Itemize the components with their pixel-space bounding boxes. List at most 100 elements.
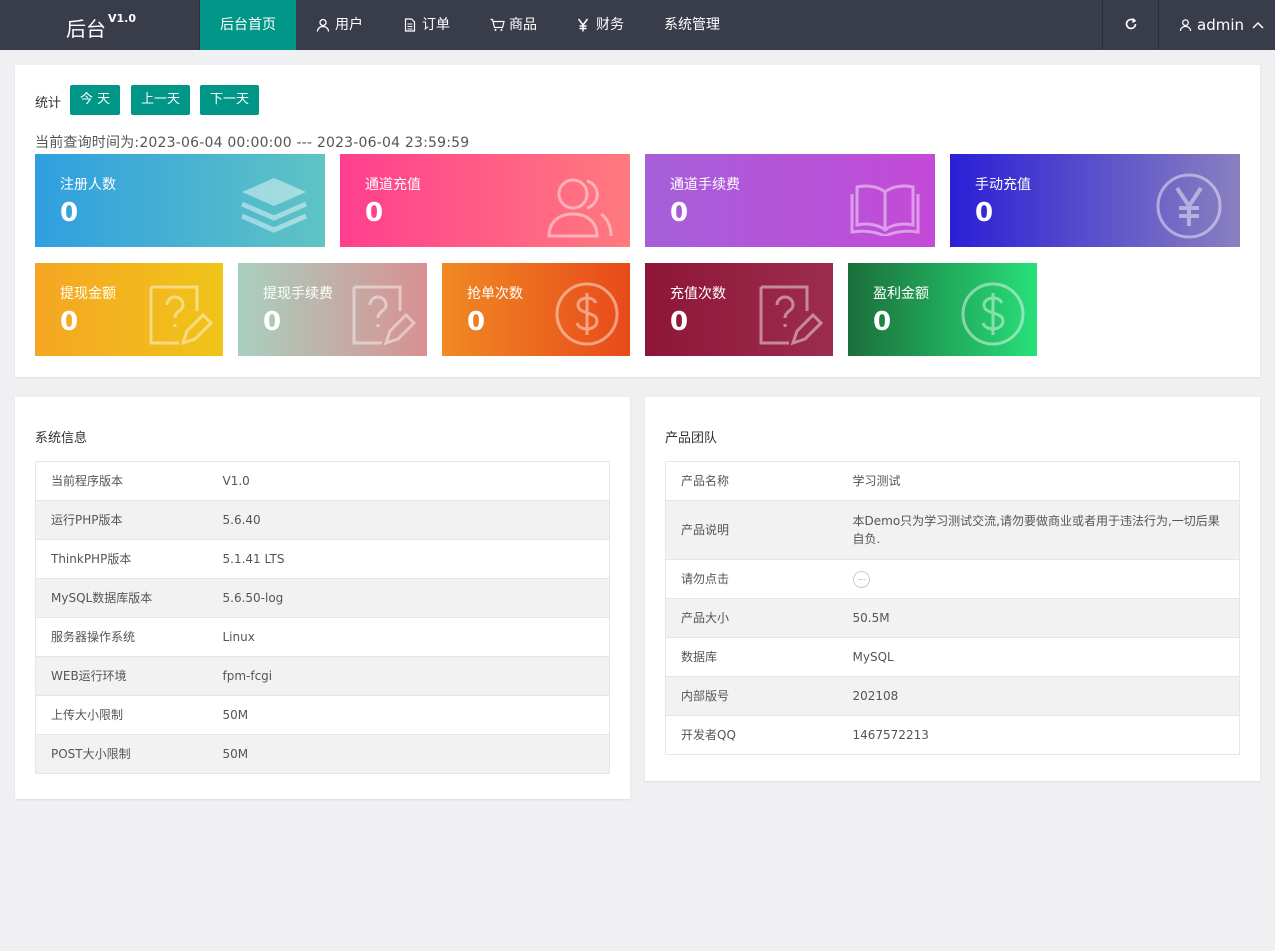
row-key: 当前程序版本 bbox=[51, 474, 124, 488]
nav-item-label: 财务 bbox=[596, 17, 624, 33]
table-row: 运行PHP版本 5.6.40 bbox=[35, 500, 610, 540]
user-icon bbox=[316, 18, 330, 32]
row-key: 开发者QQ bbox=[665, 715, 838, 755]
stat-tile-label: 抢单次数 bbox=[467, 286, 523, 302]
stat-tile-label: 充值次数 bbox=[670, 286, 726, 302]
stat-tile-value: 0 bbox=[873, 307, 892, 337]
refresh-button[interactable] bbox=[1102, 0, 1158, 50]
dont-click-button[interactable] bbox=[852, 571, 870, 588]
stat-tile-withdraw-fee: 提现手续费 0 bbox=[238, 263, 427, 356]
table-row: 内部版号 202108 bbox=[665, 676, 1240, 716]
row-key: MySQL数据库版本 bbox=[35, 578, 208, 618]
row-key: 产品大小 bbox=[665, 598, 838, 638]
stat-tile-label: 提现手续费 bbox=[263, 286, 333, 302]
stat-tile-value: 0 bbox=[670, 307, 689, 337]
stat-tile-value: 0 bbox=[365, 198, 384, 228]
top-navbar: 后台 V1.0 后台首页 用户 订单 商品 财务 系统管理 admin bbox=[0, 0, 1275, 50]
chevron-up-icon bbox=[1252, 21, 1264, 29]
dollar-circle-icon bbox=[961, 282, 1025, 346]
stat-tile-value: 0 bbox=[975, 198, 994, 228]
stat-tile-grab-count: 抢单次数 0 bbox=[442, 263, 630, 356]
table-row: MySQL数据库版本 5.6.50-log bbox=[35, 578, 610, 618]
refresh-icon bbox=[1124, 16, 1138, 35]
row-value: 202108 bbox=[837, 676, 1240, 716]
today-button[interactable]: 今 天 bbox=[70, 85, 121, 115]
panel-title: 产品团队 bbox=[665, 431, 718, 446]
question-edit-icon bbox=[149, 285, 213, 346]
stat-tile-withdraw-amount: 提现金额 0 bbox=[35, 263, 223, 356]
document-icon bbox=[403, 18, 417, 32]
main-nav: 后台首页 用户 订单 商品 财务 系统管理 bbox=[200, 0, 740, 50]
user-icon bbox=[1179, 19, 1192, 32]
row-value: 1467572213 bbox=[837, 715, 1240, 755]
stat-tile-label: 通道充值 bbox=[365, 177, 421, 193]
stat-tile-recharge-count: 充值次数 0 bbox=[645, 263, 833, 356]
table-row: WEB运行环境 fpm-fcgi bbox=[35, 656, 610, 696]
row-key: ThinkPHP版本 bbox=[35, 539, 208, 579]
row-value: 50M bbox=[207, 734, 610, 774]
product-team-table: 产品名称 学习测试 产品说明 本Demo只为学习测试交流,请勿要做商业或者用于违法行… bbox=[665, 461, 1240, 755]
system-info-card: 系统信息 当前程序版本 V1.0 运行PHP版本 5.6.40 ThinkPHP版本… bbox=[15, 397, 630, 799]
row-key: WEB运行环境 bbox=[35, 656, 208, 696]
row-value: 学习测试 bbox=[852, 474, 901, 488]
row-value: fpm-fcgi bbox=[207, 656, 610, 696]
product-team-card: 产品团队 产品名称 学习测试 产品说明 本Demo只为学习测试交流,请勿要做商业或者… bbox=[645, 397, 1260, 781]
row-value: 50.5M bbox=[837, 598, 1240, 638]
dollar-circle-icon bbox=[555, 282, 619, 346]
question-edit-icon bbox=[352, 285, 416, 346]
row-value: 本Demo只为学习测试交流,请勿要做商业或者用于违法行为,一切后果自负. bbox=[837, 500, 1240, 560]
table-row: 服务器操作系统 Linux bbox=[35, 617, 610, 657]
stat-tile-channel-fee: 通道手续费 0 bbox=[645, 154, 935, 247]
cart-icon bbox=[490, 18, 505, 32]
stats-card: 统计 今 天 上一天 下一天 当前查询时间为:2023-06-04 00:00:… bbox=[15, 65, 1260, 377]
book-icon bbox=[850, 184, 920, 236]
logo[interactable]: 后台 V1.0 bbox=[0, 0, 200, 50]
nav-item-finance[interactable]: 财务 bbox=[557, 0, 644, 50]
nav-item-products[interactable]: 商品 bbox=[470, 0, 557, 50]
nav-item-label: 后台首页 bbox=[220, 17, 276, 33]
row-key: 运行PHP版本 bbox=[35, 500, 208, 540]
nav-item-orders[interactable]: 订单 bbox=[383, 0, 470, 50]
table-row: 数据库 MySQL bbox=[665, 637, 1240, 677]
stat-tile-channel-recharge: 通道充值 0 bbox=[340, 154, 630, 247]
table-row: 产品说明 本Demo只为学习测试交流,请勿要做商业或者用于违法行为,一切后果自负. bbox=[665, 500, 1240, 560]
row-value bbox=[837, 559, 1240, 599]
row-value: 5.1.41 LTS bbox=[207, 539, 610, 579]
table-row: 当前程序版本 V1.0 bbox=[36, 462, 610, 501]
stat-tile-value: 0 bbox=[467, 307, 486, 337]
stat-tile-label: 手动充值 bbox=[975, 177, 1031, 193]
logo-text: 后台 bbox=[66, 17, 106, 41]
panel-title: 系统信息 bbox=[35, 431, 88, 446]
row-key: 请勿点击 bbox=[665, 559, 838, 599]
stat-tile-label: 通道手续费 bbox=[670, 177, 740, 193]
row-key: 内部版号 bbox=[665, 676, 838, 716]
table-row: POST大小限制 50M bbox=[35, 734, 610, 774]
logo-version: V1.0 bbox=[108, 12, 136, 25]
stat-tile-value: 0 bbox=[670, 198, 689, 228]
yen-circle-icon bbox=[1156, 173, 1222, 239]
table-row: ThinkPHP版本 5.1.41 LTS bbox=[35, 539, 610, 579]
stat-tile-manual-recharge: 手动充值 0 bbox=[950, 154, 1240, 247]
user-menu[interactable]: admin bbox=[1158, 0, 1275, 50]
next-day-button[interactable]: 下一天 bbox=[200, 85, 260, 115]
system-info-table: 当前程序版本 V1.0 运行PHP版本 5.6.40 ThinkPHP版本 5.1.4… bbox=[35, 461, 610, 774]
row-key: 服务器操作系统 bbox=[35, 617, 208, 657]
row-value: 50M bbox=[207, 695, 610, 735]
question-edit-icon bbox=[759, 285, 823, 346]
stat-tile-label: 注册人数 bbox=[60, 177, 116, 193]
stat-tile-value: 0 bbox=[60, 307, 79, 337]
row-key: 数据库 bbox=[665, 637, 838, 677]
stat-tile-profit: 盈利金额 0 bbox=[848, 263, 1037, 356]
stat-tile-value: 0 bbox=[263, 307, 282, 337]
table-row: 产品名称 学习测试 bbox=[666, 462, 1240, 501]
row-key: POST大小限制 bbox=[35, 734, 208, 774]
stats-label: 统计 bbox=[35, 96, 62, 111]
row-key: 产品名称 bbox=[681, 474, 730, 488]
stat-tile-label: 盈利金额 bbox=[873, 286, 929, 302]
nav-item-dashboard[interactable]: 后台首页 bbox=[200, 0, 296, 50]
nav-item-label: 商品 bbox=[509, 17, 537, 33]
prev-day-button[interactable]: 上一天 bbox=[131, 85, 191, 115]
nav-item-system[interactable]: 系统管理 bbox=[644, 0, 740, 50]
nav-item-users[interactable]: 用户 bbox=[296, 0, 383, 50]
yen-icon bbox=[577, 18, 591, 32]
